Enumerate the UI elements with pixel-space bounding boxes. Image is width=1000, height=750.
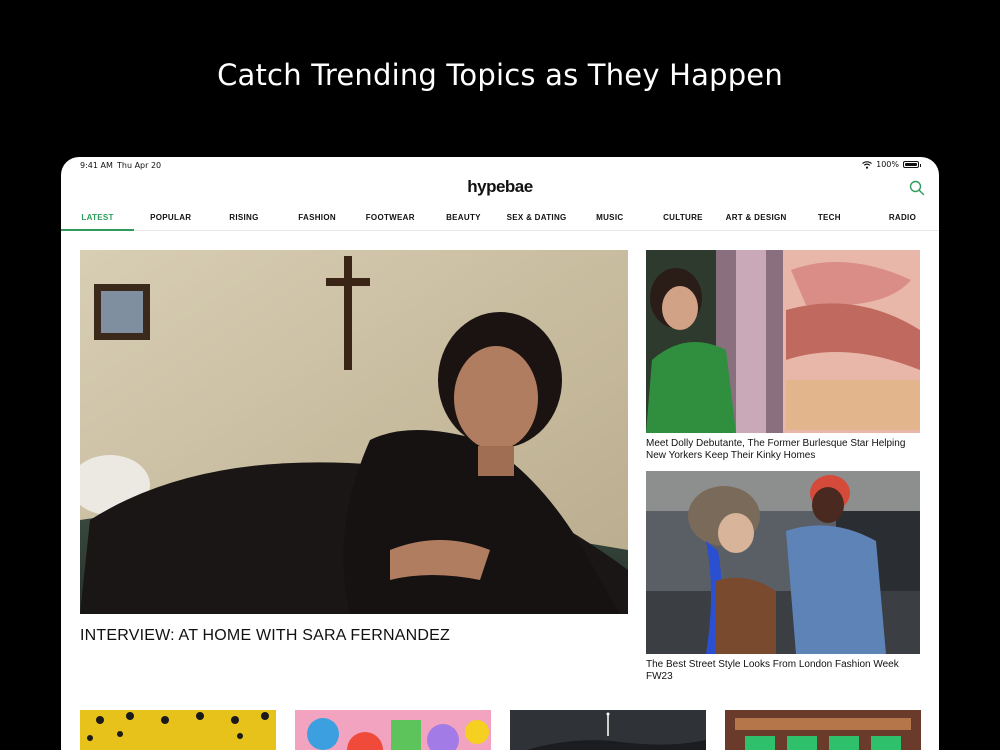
nav-tab-footwear[interactable]: FOOTWEAR	[354, 207, 427, 230]
nav-tab-popular[interactable]: POPULAR	[134, 207, 207, 230]
nav-tab-fashion[interactable]: FASHION	[281, 207, 354, 230]
article-thumbnail[interactable]	[295, 710, 491, 750]
side-article-title[interactable]: The Best Street Style Looks From London …	[646, 659, 920, 683]
status-right: 100%	[862, 160, 921, 169]
wifi-icon	[862, 160, 873, 169]
nav-tab-culture[interactable]: CULTURE	[646, 207, 719, 230]
nav-tab-sex-dating[interactable]: SEX & DATING	[500, 207, 573, 230]
status-time: 9:41 AM	[80, 161, 113, 170]
promo-headline: Catch Trending Topics as They Happen	[217, 58, 783, 92]
status-date: Thu Apr 20	[117, 161, 162, 170]
nav-tab-rising[interactable]: RISING	[207, 207, 280, 230]
side-article-image[interactable]	[646, 471, 920, 654]
article-thumbnail[interactable]	[510, 710, 706, 750]
tablet-screen: 9:41 AM Thu Apr 20 100% hypebae LATEST P…	[61, 157, 939, 750]
search-icon[interactable]	[909, 180, 925, 196]
featured-article-title[interactable]: INTERVIEW: AT HOME WITH SARA FERNANDEZ	[80, 627, 628, 645]
side-article-card[interactable]: Meet Dolly Debutante, The Former Burlesq…	[646, 250, 920, 462]
article-thumbnail[interactable]	[725, 710, 921, 750]
battery-icon	[903, 161, 921, 168]
nav-tab-art-design[interactable]: ART & DESIGN	[720, 207, 793, 230]
app-logo[interactable]: hypebae	[61, 177, 939, 197]
category-nav: LATEST POPULAR RISING FASHION FOOTWEAR B…	[61, 207, 939, 231]
side-article-image[interactable]	[646, 250, 920, 433]
nav-tab-beauty[interactable]: BEAUTY	[427, 207, 500, 230]
nav-tab-latest[interactable]: LATEST	[61, 207, 135, 231]
article-thumbnail[interactable]	[80, 710, 276, 750]
featured-article-image[interactable]	[80, 250, 628, 614]
nav-tab-radio[interactable]: RADIO	[866, 207, 939, 230]
nav-tab-tech[interactable]: TECH	[793, 207, 866, 230]
side-article-card[interactable]: The Best Street Style Looks From London …	[646, 471, 920, 683]
battery-percent: 100%	[876, 160, 899, 169]
nav-tab-music[interactable]: MUSIC	[573, 207, 646, 230]
status-bar: 9:41 AM Thu Apr 20 100%	[61, 157, 939, 175]
side-article-title[interactable]: Meet Dolly Debutante, The Former Burlesq…	[646, 438, 920, 462]
